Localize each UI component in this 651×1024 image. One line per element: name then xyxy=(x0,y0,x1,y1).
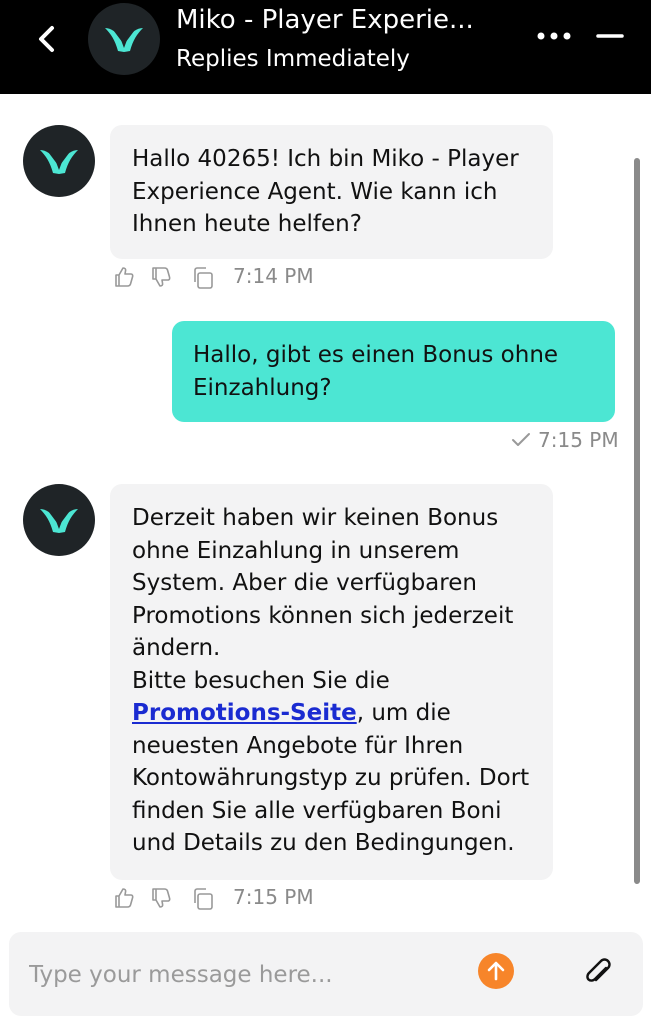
bot-avatar xyxy=(23,125,95,197)
message-input[interactable] xyxy=(27,952,461,998)
copy-icon[interactable] xyxy=(190,886,216,912)
send-button[interactable] xyxy=(478,953,514,989)
message-text: Derzeit haben wir keinen Bonus ohne Einz… xyxy=(132,505,514,661)
message-actions: 7:14 PM xyxy=(112,262,352,292)
logo-icon xyxy=(40,150,78,174)
promotions-link[interactable]: Promotions-Seite xyxy=(132,700,357,726)
message-actions: 7:15 PM xyxy=(112,883,352,913)
arrow-up-icon xyxy=(487,961,505,981)
thumbs-down-icon[interactable] xyxy=(149,265,173,289)
message-time: 7:15 PM xyxy=(233,885,314,909)
message-text-intro: Bitte besuchen Sie die xyxy=(132,667,390,694)
more-options-icon[interactable] xyxy=(536,26,572,46)
message-text-continued: Bitte besuchen Sie die Promotions-Seite,… xyxy=(132,665,539,860)
back-arrow-icon[interactable] xyxy=(36,24,58,54)
thumbs-up-icon[interactable] xyxy=(112,886,136,910)
user-message: Hallo, gibt es einen Bonus ohne Einzahlu… xyxy=(172,321,615,422)
message-text: Hallo 40265! Ich bin Miko - Player Exper… xyxy=(132,146,519,237)
scrollbar[interactable] xyxy=(630,100,644,930)
message-composer xyxy=(9,932,643,1016)
agent-name: Miko - Player Experie... xyxy=(176,5,474,35)
paperclip-icon[interactable] xyxy=(582,956,616,990)
bot-message: Hallo 40265! Ich bin Miko - Player Exper… xyxy=(110,125,553,259)
thumbs-down-icon[interactable] xyxy=(149,886,173,910)
copy-icon[interactable] xyxy=(190,265,216,291)
bot-avatar xyxy=(23,484,95,556)
agent-status: Replies Immediately xyxy=(176,46,410,72)
logo-icon xyxy=(40,509,78,533)
chat-header: Miko - Player Experie... Replies Immedia… xyxy=(0,0,651,94)
message-time: 7:15 PM xyxy=(538,428,619,452)
thumbs-up-icon[interactable] xyxy=(112,265,136,289)
message-time: 7:14 PM xyxy=(233,264,314,288)
bot-message: Derzeit haben wir keinen Bonus ohne Einz… xyxy=(110,484,553,880)
checkmark-icon xyxy=(512,433,530,446)
minimize-icon[interactable] xyxy=(596,26,624,46)
scrollbar-thumb[interactable] xyxy=(634,158,640,884)
agent-avatar xyxy=(88,3,160,75)
message-text: Hallo, gibt es einen Bonus ohne Einzahlu… xyxy=(193,342,559,401)
logo-icon xyxy=(105,28,143,52)
